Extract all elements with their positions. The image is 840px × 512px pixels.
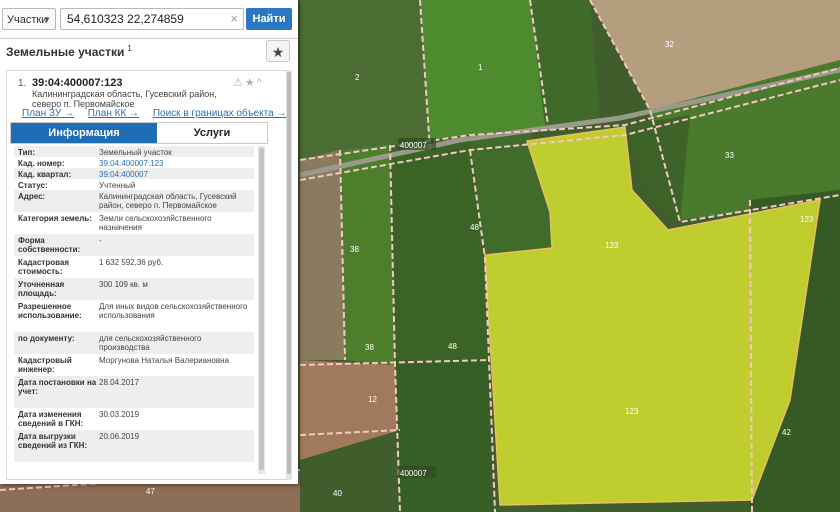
tab-information[interactable]: Информация xyxy=(11,123,157,143)
results-scrollbar-thumb[interactable] xyxy=(287,72,291,474)
chevron-down-icon: ▼ xyxy=(43,15,51,24)
star-icon: ★ xyxy=(271,44,285,60)
info-key: Статус: xyxy=(18,181,48,190)
parcel-label: 123 xyxy=(625,407,639,416)
info-scrollbar-thumb[interactable] xyxy=(259,148,264,470)
parcel-label: 47 xyxy=(146,487,155,496)
result-links: План ЗУ → План КК → Поиск в границах объ… xyxy=(22,108,297,119)
info-row: Адрес: Калининградская область, Гусевский… xyxy=(14,190,254,212)
info-row: Категория земель: Земли сельскохозяйствен… xyxy=(14,212,254,234)
parcel-label: 38 xyxy=(365,343,374,352)
info-value: 1 632 592,36 руб. xyxy=(99,258,164,267)
quarter-label: 400007 xyxy=(400,469,427,478)
info-key: Форма собственности: xyxy=(18,236,81,254)
parcel-label: 38 xyxy=(350,245,359,254)
info-row: Кадастровая стоимость: 1 632 592,36 руб. xyxy=(14,256,254,278)
search-button[interactable]: Найти xyxy=(246,8,292,30)
info-key: Категория земель: xyxy=(18,214,92,223)
info-value: 30.03.2019 xyxy=(99,410,140,419)
parcel-label: 123 xyxy=(605,241,619,250)
parcel-label: 33 xyxy=(725,151,734,160)
search-bar: Участки ▼ 54,610323 22,274859 × Найти xyxy=(0,0,298,39)
link-search-in-bounds[interactable]: Поиск в границах объекта → xyxy=(153,108,287,119)
info-row: Статус: Учтенный xyxy=(14,179,254,190)
info-key: Уточненная площадь: xyxy=(18,280,65,298)
info-value: 300 109 кв. м xyxy=(99,280,148,289)
result-address: Калининградская область, Гусевский район… xyxy=(32,89,217,109)
quarter-label: 400007 xyxy=(400,141,427,150)
info-value: Для иных видов сельскохозяйственного исп… xyxy=(99,302,248,320)
info-row: Уточненная площадь: 300 109 кв. м xyxy=(14,278,254,300)
info-key: Тип: xyxy=(18,148,35,157)
parcel-label: 1 xyxy=(478,63,483,72)
info-value: 28.04.2017 xyxy=(99,378,140,387)
info-value: Калининградская область, Гусевский район… xyxy=(99,192,237,210)
parcel-label: 42 xyxy=(782,428,791,437)
info-value: Земельный участок xyxy=(99,148,172,157)
parcel-label: 48 xyxy=(470,223,479,232)
parcel-label: 32 xyxy=(665,40,674,49)
info-table: Тип: Земельный участок Кад. номер: 39:04:40… xyxy=(14,146,254,462)
info-value: для сельскохозяйственного производства xyxy=(99,334,202,352)
info-value: - xyxy=(99,236,102,245)
info-key: Разрешенное использование: xyxy=(18,302,82,320)
result-action-icons[interactable]: ⚠★^ xyxy=(233,76,264,89)
info-key: Дата изменения сведений в ГКН: xyxy=(18,410,84,428)
search-type-select[interactable]: Участки ▼ xyxy=(2,8,56,30)
info-row: Форма собственности: - xyxy=(14,234,254,256)
info-key: Адрес: xyxy=(18,192,46,201)
info-key: по документу: xyxy=(18,334,75,343)
search-input[interactable]: 54,610323 22,274859 × xyxy=(60,8,244,30)
field xyxy=(300,0,430,160)
info-key: Кадастровая стоимость: xyxy=(18,258,70,276)
info-key: Дата выгрузки сведений из ГКН: xyxy=(18,432,88,450)
parcel-label: 123 xyxy=(800,215,814,224)
search-results-panel: Участки ▼ 54,610323 22,274859 × Найти Зе… xyxy=(0,0,298,484)
field xyxy=(340,145,395,365)
info-value[interactable]: 39:04:400007:123 xyxy=(99,159,249,168)
search-query: 54,610323 22,274859 xyxy=(67,12,184,26)
tabs: Информация Услуги xyxy=(10,122,268,144)
info-value: Моргунова Наталья Валериановна xyxy=(99,356,229,365)
clear-icon[interactable]: × xyxy=(230,9,238,29)
link-plan-kk[interactable]: План КК → xyxy=(88,108,139,119)
info-value[interactable]: 39:04:400007 xyxy=(99,170,249,179)
info-key: Кад. номер: xyxy=(18,159,65,168)
result-title[interactable]: 39:04:400007:123 xyxy=(32,77,123,89)
info-row: Кад. квартал: 39:04:400007 xyxy=(14,168,254,179)
info-key: Кад. квартал: xyxy=(18,170,72,179)
result-number: 1. xyxy=(18,78,27,89)
info-row: по документу: для сельскохозяйственного п… xyxy=(14,332,254,354)
info-row: Тип: Земельный участок xyxy=(14,146,254,157)
parcel-label: 48 xyxy=(448,342,457,351)
field-bare xyxy=(300,150,345,360)
info-key: Кадастровый инженер: xyxy=(18,356,72,374)
info-key: Дата постановки на учет: xyxy=(18,378,97,396)
favorites-button[interactable]: ★ xyxy=(266,40,290,62)
field xyxy=(395,360,495,512)
info-row: Дата изменения сведений в ГКН: 30.03.2019 xyxy=(14,408,254,430)
search-type-label: Участки xyxy=(7,14,48,26)
link-plan-zu[interactable]: План ЗУ → xyxy=(22,108,74,119)
parcel-label: 12 xyxy=(368,395,377,404)
panel-title: Земельные участки 1 xyxy=(6,44,132,59)
info-row: Кадастровый инженер: Моргунова Наталья Ва… xyxy=(14,354,254,376)
info-row: Дата выгрузки сведений из ГКН: 20.06.2019 xyxy=(14,430,254,462)
panel-title-text: Земельные участки xyxy=(6,45,125,59)
tab-services[interactable]: Услуги xyxy=(157,123,267,143)
info-value: 20.06.2019 xyxy=(99,432,140,441)
results-count: 1 xyxy=(127,44,132,53)
info-row: Кад. номер: 39:04:400007:123 xyxy=(14,157,254,168)
info-value: Земли сельскохозяйственного назначения xyxy=(99,214,212,232)
parcel-label: 40 xyxy=(333,489,342,498)
info-row: Дата постановки на учет: 28.04.2017 xyxy=(14,376,254,408)
info-row: Разрешенное использование: Для иных видов… xyxy=(14,300,254,332)
parcel-label: 2 xyxy=(355,73,360,82)
info-value: Учтенный xyxy=(99,181,136,190)
